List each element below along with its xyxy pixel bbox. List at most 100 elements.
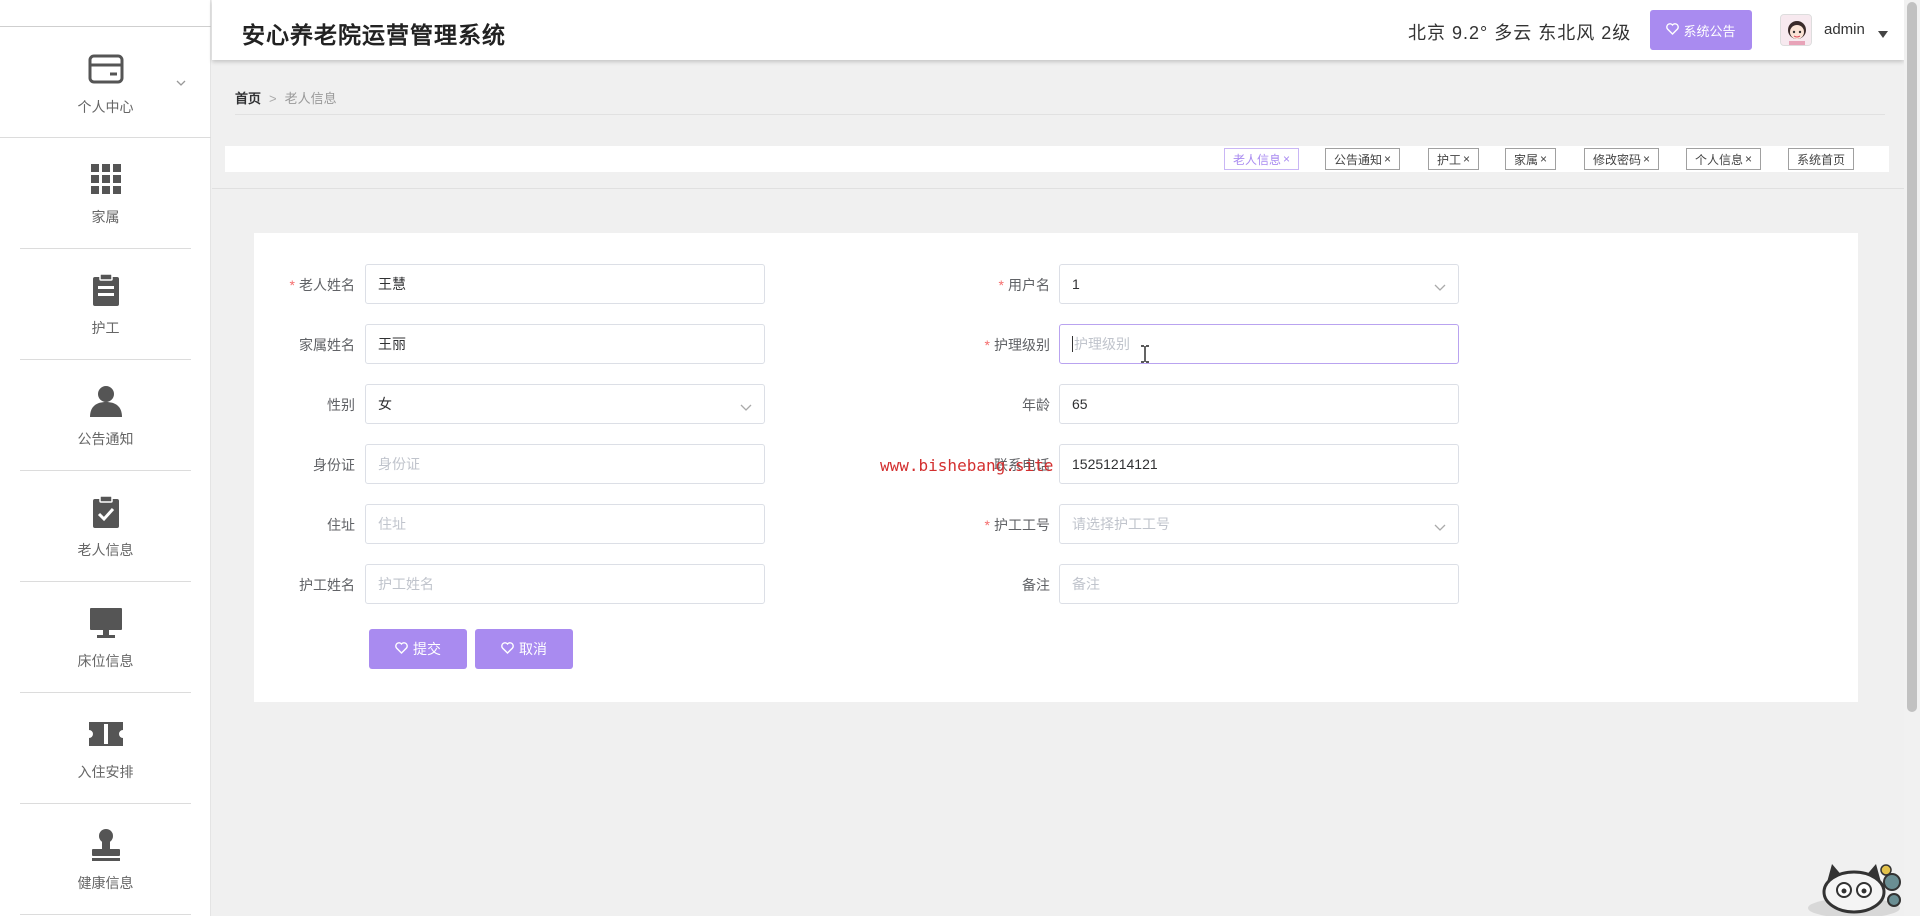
cancel-button[interactable]: 取消 bbox=[475, 629, 573, 669]
tag-label: 老人信息 bbox=[1233, 152, 1282, 167]
user-name[interactable]: admin bbox=[1824, 21, 1865, 38]
gender-select[interactable]: 女 bbox=[365, 384, 765, 424]
breadcrumb-home[interactable]: 首页 bbox=[235, 91, 261, 106]
tag-family[interactable]: 家属 × bbox=[1505, 148, 1557, 170]
system-notice-label: 系统公告 bbox=[1683, 23, 1736, 39]
sidebar-item-profile[interactable]: 个人中心 bbox=[20, 28, 191, 139]
clipboard-icon bbox=[88, 272, 124, 308]
age-field[interactable]: 65 bbox=[1059, 384, 1459, 424]
watermark-text: www.bishebang.site bbox=[880, 456, 1054, 475]
cat-mascot-icon[interactable] bbox=[1806, 846, 1902, 916]
tag-notice[interactable]: 公告通知 × bbox=[1325, 148, 1401, 170]
caret-down-icon[interactable] bbox=[1878, 25, 1888, 43]
close-icon[interactable]: × bbox=[1384, 152, 1391, 166]
sidebar-item-label: 健康信息 bbox=[77, 874, 134, 891]
sidebar-item-notice[interactable]: 公告通知 bbox=[20, 360, 191, 471]
caregiver-id-label: * 护工工号 bbox=[984, 517, 1050, 533]
breadcrumb-current: 老人信息 bbox=[284, 91, 337, 106]
id-card-label: 身份证 bbox=[313, 457, 355, 473]
chevron-down-icon bbox=[1434, 519, 1446, 535]
sidebar-item-family[interactable]: 家属 bbox=[20, 138, 191, 249]
care-level-field[interactable]: 护理级别 bbox=[1059, 324, 1459, 364]
sidebar-item-label: 护工 bbox=[91, 319, 120, 336]
page-scrollbar[interactable] bbox=[1904, 0, 1920, 916]
remark-label: 备注 bbox=[1022, 577, 1050, 593]
family-name-field[interactable]: 王丽 bbox=[365, 324, 765, 364]
sidebar-item-label: 入住安排 bbox=[77, 763, 134, 780]
tag-personal-info[interactable]: 个人信息 × bbox=[1686, 148, 1762, 170]
heart-icon bbox=[395, 641, 408, 657]
sidebar-item-elder-info[interactable]: 老人信息 bbox=[20, 471, 191, 582]
scrollbar-thumb[interactable] bbox=[1907, 2, 1917, 712]
username-label: * 用户名 bbox=[998, 277, 1050, 293]
elder-name-field[interactable]: 王慧 bbox=[365, 264, 765, 304]
tag-label: 护工 bbox=[1437, 152, 1462, 167]
family-name-label: 家属姓名 bbox=[299, 337, 355, 353]
tag-label: 个人信息 bbox=[1695, 152, 1744, 167]
tag-system-home[interactable]: 系统首页 bbox=[1788, 148, 1855, 170]
sidebar: 个人中心 家属 护工 公告通知 老人信息 床位信息 入住安排 健康信息 bbox=[0, 0, 211, 916]
chevron-down-icon[interactable] bbox=[176, 74, 186, 92]
tags-divider bbox=[212, 188, 1904, 189]
address-field[interactable]: 住址 bbox=[365, 504, 765, 544]
sidebar-divider bbox=[20, 914, 191, 915]
close-icon[interactable]: × bbox=[1463, 152, 1470, 166]
close-icon[interactable]: × bbox=[1745, 152, 1752, 166]
credit-card-icon bbox=[88, 51, 124, 87]
close-icon[interactable]: × bbox=[1283, 152, 1290, 166]
caregiver-id-select[interactable]: 请选择护工工号 bbox=[1059, 504, 1459, 544]
system-notice-button[interactable]: 系统公告 bbox=[1650, 10, 1752, 50]
breadcrumb-divider bbox=[235, 114, 1885, 115]
remark-field[interactable]: 备注 bbox=[1059, 564, 1459, 604]
tag-change-password[interactable]: 修改密码 × bbox=[1584, 148, 1660, 170]
ticket-icon bbox=[88, 716, 124, 752]
tag-caregiver[interactable]: 护工 × bbox=[1428, 148, 1480, 170]
submit-button[interactable]: 提交 bbox=[369, 629, 467, 669]
caregiver-name-field[interactable]: 护工姓名 bbox=[365, 564, 765, 604]
text-caret bbox=[1072, 336, 1073, 352]
sidebar-item-label: 床位信息 bbox=[77, 652, 134, 669]
monitor-icon bbox=[88, 605, 124, 641]
cancel-label: 取消 bbox=[519, 641, 547, 657]
address-label: 住址 bbox=[327, 517, 355, 533]
sidebar-item-caregiver[interactable]: 护工 bbox=[20, 249, 191, 360]
id-card-field[interactable]: 身份证 bbox=[365, 444, 765, 484]
stamp-icon bbox=[88, 827, 124, 863]
sidebar-item-label: 公告通知 bbox=[77, 430, 134, 447]
heart-icon bbox=[501, 641, 514, 657]
sidebar-item-bed-info[interactable]: 床位信息 bbox=[20, 582, 191, 693]
phone-field[interactable]: 15251214121 bbox=[1059, 444, 1459, 484]
top-header: 安心养老院运营管理系统 北京 9.2° 多云 东北风 2级 系统公告 admin bbox=[212, 0, 1904, 60]
tag-label: 公告通知 bbox=[1334, 152, 1383, 167]
chevron-down-icon bbox=[740, 399, 752, 415]
sidebar-item-label: 个人中心 bbox=[77, 98, 134, 115]
breadcrumb-separator: > bbox=[269, 91, 277, 106]
tag-label: 系统首页 bbox=[1797, 152, 1846, 167]
tags-bar: 老人信息 × 公告通知 × 护工 × 家属 × 修改密码 × 个人信息 × 系统首页 bbox=[225, 146, 1889, 172]
text-cursor-icon bbox=[1140, 345, 1150, 368]
elder-name-label: * 老人姓名 bbox=[289, 277, 355, 293]
sidebar-item-checkin[interactable]: 入住安排 bbox=[20, 693, 191, 804]
avatar[interactable] bbox=[1780, 14, 1812, 46]
app-title: 安心养老院运营管理系统 bbox=[242, 22, 506, 48]
submit-label: 提交 bbox=[413, 641, 441, 657]
sidebar-divider bbox=[0, 26, 211, 27]
close-icon[interactable]: × bbox=[1540, 152, 1547, 166]
tag-elder-info[interactable]: 老人信息 × bbox=[1224, 148, 1300, 170]
chevron-down-icon bbox=[1434, 279, 1446, 295]
grid-icon bbox=[88, 161, 124, 197]
age-label: 年龄 bbox=[1022, 397, 1050, 413]
username-select[interactable]: 1 bbox=[1059, 264, 1459, 304]
sidebar-item-label: 老人信息 bbox=[77, 541, 134, 558]
tag-label: 家属 bbox=[1514, 152, 1539, 167]
close-icon[interactable]: × bbox=[1643, 152, 1650, 166]
sidebar-item-health[interactable]: 健康信息 bbox=[20, 804, 191, 915]
care-level-label: * 护理级别 bbox=[984, 337, 1050, 353]
sidebar-item-label: 家属 bbox=[91, 208, 120, 225]
heart-icon bbox=[1666, 22, 1680, 38]
user-icon bbox=[88, 383, 124, 419]
caregiver-name-label: 护工姓名 bbox=[299, 577, 355, 593]
gender-label: 性别 bbox=[327, 397, 355, 413]
weather-info: 北京 9.2° 多云 东北风 2级 bbox=[1408, 23, 1632, 43]
clipboard-check-icon bbox=[88, 494, 124, 530]
